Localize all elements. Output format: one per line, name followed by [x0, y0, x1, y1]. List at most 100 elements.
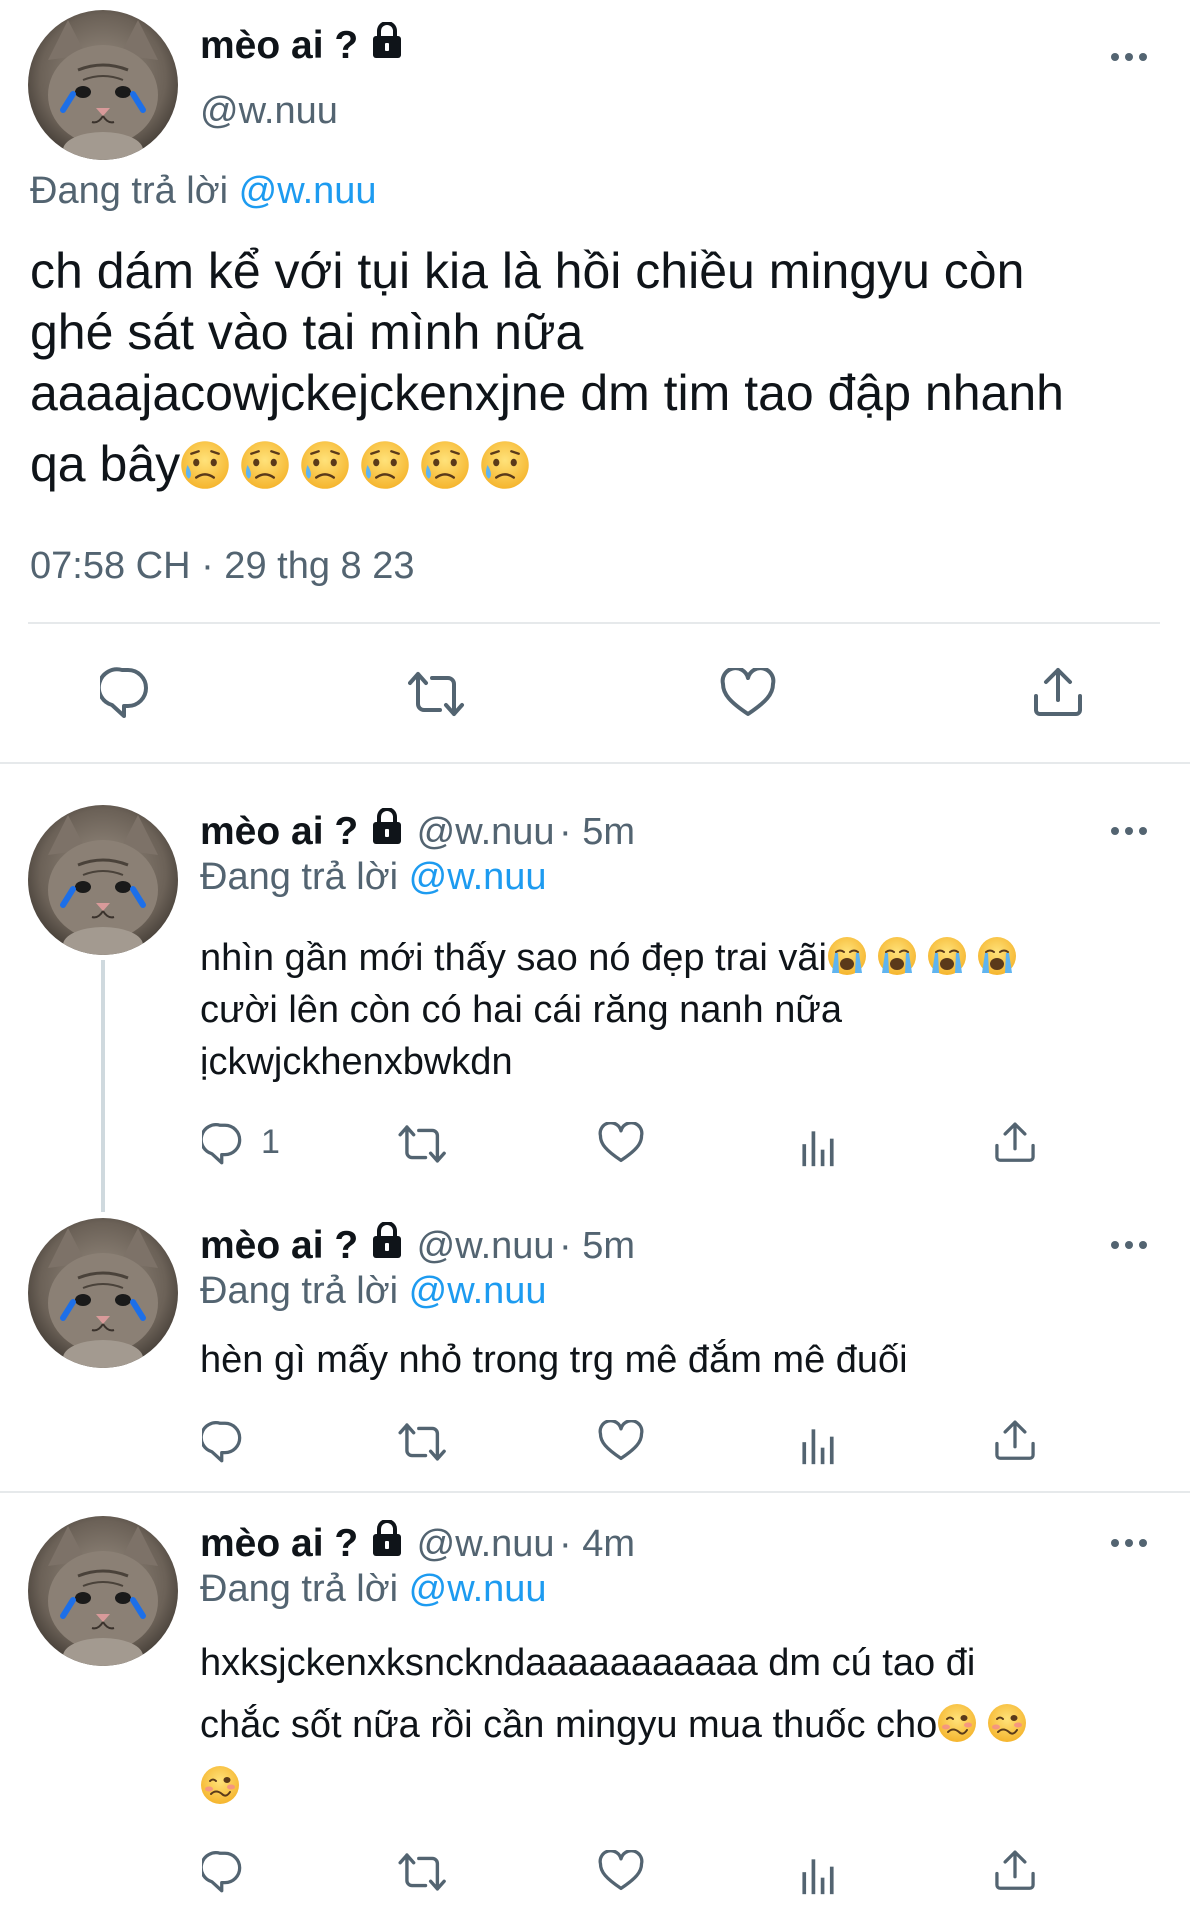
reply-icon [202, 1851, 242, 1893]
tweet-text-line-with-emoji: qa bây [30, 434, 1170, 495]
reply-text-line-with-emoji: nhìn gần mới thấy sao nó đẹp trai vãi [200, 932, 1160, 984]
author-handle[interactable]: @w.nuu [200, 90, 338, 133]
tweet-text: ch dám kể với tụi kia là hồi chiều mingy… [30, 241, 1170, 495]
retweet-icon [408, 672, 464, 716]
more-options-icon[interactable] [1110, 1240, 1150, 1252]
divider [28, 622, 1160, 624]
reply-text-line: cười lên còn có hai cái răng nanh nữa [200, 989, 842, 1031]
reply-button[interactable] [202, 1850, 248, 1894]
lock-icon [370, 1221, 403, 1260]
reply-button[interactable] [202, 1122, 248, 1166]
tweet-text-line: ch dám kể với tụi kia là hồi chiều mingy… [30, 243, 1025, 299]
replying-to-line: Đang trả lời @w.nuu [30, 170, 377, 213]
replying-prefix: Đang trả lời [200, 1270, 399, 1312]
share-button[interactable] [992, 1418, 1038, 1464]
sad-relieved-emoji-icon [420, 440, 471, 490]
replying-to-link[interactable]: @w.nuu [409, 1568, 547, 1610]
sad-relieved-emoji-icon [360, 440, 411, 490]
like-button[interactable] [598, 1122, 644, 1166]
views-button[interactable] [796, 1852, 840, 1896]
retweet-icon [398, 1125, 446, 1163]
sad-relieved-emoji-icon [480, 440, 531, 490]
reply-text: hèn gì mấy nhỏ trong trg mê đắm mê đuối [200, 1334, 1160, 1386]
reply-text-line-emoji-only [200, 1756, 1160, 1818]
cat-avatar-image [28, 10, 178, 160]
crying-emoji-icon [876, 936, 917, 976]
reply-icon [202, 1421, 242, 1463]
reply-time[interactable]: · 4m [559, 1523, 635, 1565]
replying-prefix: Đang trả lời [30, 170, 229, 212]
tweet-timestamp[interactable]: 07:58 CH · 29 thg 8 23 [30, 545, 414, 588]
reply-text-line: hxksjckenxksnckndaaaaaaaaaaa dm cú tao đ… [200, 1642, 976, 1684]
like-icon [598, 1122, 644, 1163]
woozy-emoji-icon [937, 1703, 978, 1743]
lock-icon [370, 807, 403, 846]
woozy-emoji-icon [200, 1765, 240, 1805]
stats-icon [802, 1131, 834, 1167]
avatar[interactable] [28, 1218, 178, 1368]
reply-text-line: hèn gì mấy nhỏ trong trg mê đắm mê đuối [200, 1339, 908, 1381]
lock-icon [370, 21, 403, 60]
author-name-row[interactable]: mèo ai ? [200, 21, 405, 68]
author-handle[interactable]: @w.nuu [417, 811, 555, 853]
replying-to-line: Đang trả lời @w.nuu [200, 856, 547, 899]
replying-to-link[interactable]: @w.nuu [239, 170, 377, 212]
cat-avatar-image [28, 1218, 178, 1368]
author-handle[interactable]: @w.nuu [417, 1225, 555, 1267]
retweet-button[interactable] [398, 1122, 448, 1166]
reply-text-line-with-emoji: chắc sốt nữa rồi cần mingyu mua thuốc ch… [200, 1694, 1160, 1756]
more-options-icon[interactable] [1110, 826, 1150, 838]
reply-button[interactable] [100, 666, 156, 720]
views-button[interactable] [796, 1422, 840, 1466]
author-name-row: mèo ai ? @w.nuu · 4m [200, 1519, 635, 1566]
like-button[interactable] [720, 668, 776, 720]
replying-prefix: Đang trả lời [200, 1568, 399, 1610]
display-name[interactable]: mèo ai ? [200, 810, 358, 853]
share-button[interactable] [992, 1120, 1038, 1166]
more-options-icon[interactable] [1110, 1538, 1150, 1550]
display-name[interactable]: mèo ai ? [200, 24, 358, 67]
like-button[interactable] [598, 1420, 644, 1464]
replying-to-link[interactable]: @w.nuu [409, 856, 547, 898]
avatar[interactable] [28, 805, 178, 955]
share-button[interactable] [1030, 666, 1086, 720]
more-options-icon[interactable] [1110, 52, 1150, 64]
replying-to-link[interactable]: @w.nuu [409, 1270, 547, 1312]
share-icon [1034, 668, 1082, 716]
sad-relieved-emoji-icon [240, 440, 291, 490]
reply-button[interactable] [202, 1420, 248, 1464]
reply-icon [100, 667, 148, 718]
author-handle[interactable]: @w.nuu [417, 1523, 555, 1565]
emoji-group [180, 436, 540, 492]
share-button[interactable] [992, 1848, 1038, 1894]
thread-line [101, 960, 105, 1212]
avatar[interactable] [28, 1516, 178, 1666]
views-button[interactable] [796, 1124, 840, 1168]
tweet-text-line: aaaajacowjckejckenxjne dm tim tao đập nh… [30, 365, 1064, 421]
stats-icon [802, 1429, 834, 1465]
stats-icon [802, 1859, 834, 1895]
retweet-button[interactable] [398, 1420, 448, 1464]
avatar[interactable] [28, 10, 178, 160]
sad-relieved-emoji-icon [180, 440, 231, 490]
crying-emoji-icon [926, 936, 967, 976]
retweet-button[interactable] [398, 1850, 448, 1894]
lock-icon [370, 1519, 403, 1558]
cat-avatar-image [28, 1516, 178, 1666]
like-button[interactable] [598, 1850, 644, 1894]
retweet-button[interactable] [408, 668, 466, 720]
reply-time[interactable]: · 5m [559, 811, 635, 853]
crying-emoji-icon [826, 936, 867, 976]
woozy-emoji-icon [987, 1703, 1028, 1743]
reply-count: 1 [261, 1123, 280, 1161]
reply-time[interactable]: · 5m [559, 1225, 635, 1267]
section-divider [0, 1491, 1190, 1493]
like-icon [720, 668, 776, 716]
display-name[interactable]: mèo ai ? [200, 1224, 358, 1267]
reply-icon [202, 1123, 242, 1165]
retweet-icon [398, 1853, 446, 1891]
retweet-icon [398, 1423, 446, 1461]
like-icon [598, 1420, 644, 1461]
reply-text: nhìn gần mới thấy sao nó đẹp trai vãi cư… [200, 932, 1160, 1088]
display-name[interactable]: mèo ai ? [200, 1522, 358, 1565]
